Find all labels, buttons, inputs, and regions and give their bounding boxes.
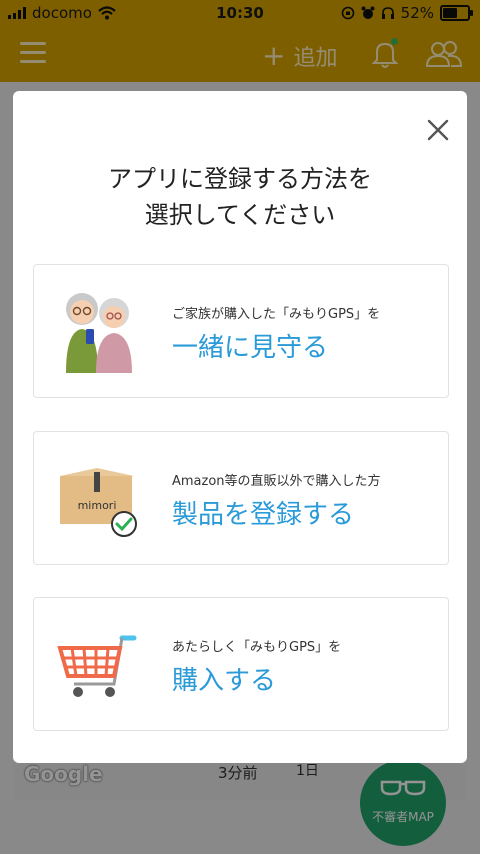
option-subtitle: あたらしく「みもりGPS」を [172, 640, 342, 655]
elderly-couple-illustration [52, 285, 142, 375]
box-label: mimori [78, 499, 117, 512]
registration-method-modal: アプリに登録する方法を 選択してください ご家族が購入した「みもりGPS」を 一… [13, 91, 467, 763]
option-subtitle: Amazon等の直販以外で購入した方 [172, 474, 381, 489]
option-title: 購入する [172, 666, 277, 696]
shopping-cart-illustration [52, 618, 142, 708]
option-purchase[interactable]: あたらしく「みもりGPS」を 購入する [33, 597, 449, 731]
modal-title-line1: アプリに登録する方法を [108, 165, 372, 193]
modal-title: アプリに登録する方法を 選択してください [13, 161, 467, 233]
modal-title-line2: 選択してください [144, 201, 336, 229]
option-subtitle: ご家族が購入した「みもりGPS」を [172, 307, 381, 322]
close-icon[interactable] [425, 117, 451, 143]
option-watch-together[interactable]: ご家族が購入した「みもりGPS」を 一緒に見守る [33, 264, 449, 398]
option-register-product[interactable]: mimori Amazon等の直販以外で購入した方 製品を登録する [33, 431, 449, 565]
option-title: 一緒に見守る [172, 333, 329, 363]
option-title: 製品を登録する [172, 500, 355, 530]
package-box-illustration: mimori [52, 452, 142, 542]
